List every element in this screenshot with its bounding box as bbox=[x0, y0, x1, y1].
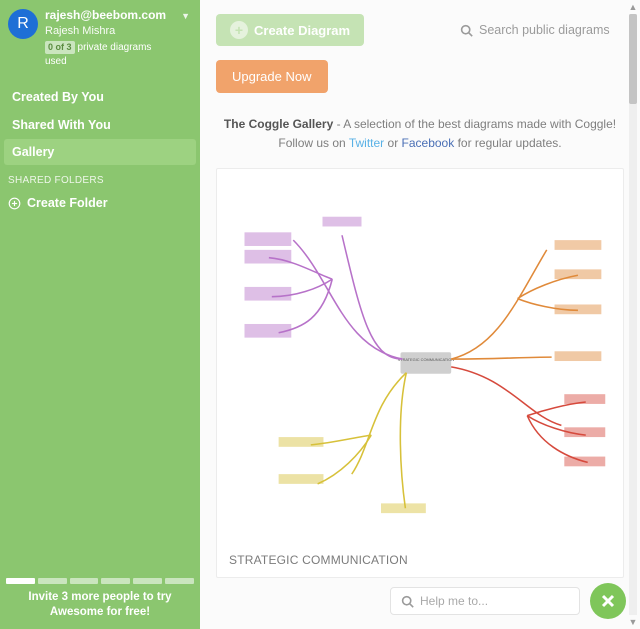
upgrade-button[interactable]: Upgrade Now bbox=[216, 60, 328, 93]
create-folder-button[interactable]: Create Folder bbox=[0, 192, 200, 214]
main: + Create Diagram Upgrade Now The Coggle … bbox=[200, 0, 640, 629]
create-diagram-label: Create Diagram bbox=[254, 23, 350, 38]
gallery-intro: The Coggle Gallery - A selection of the … bbox=[200, 115, 640, 168]
create-diagram-button[interactable]: + Create Diagram bbox=[216, 14, 364, 46]
search-icon bbox=[460, 24, 473, 37]
create-folder-label: Create Folder bbox=[27, 196, 108, 210]
nav-item-gallery[interactable]: Gallery bbox=[4, 139, 196, 165]
plus-circle-icon bbox=[8, 197, 21, 210]
help-fab[interactable] bbox=[590, 583, 626, 619]
gallery-card[interactable]: STRATEGIC COMMUNICATION bbox=[216, 168, 624, 578]
user-email: rajesh@beebom.com bbox=[45, 7, 174, 24]
nav-item-created-by-you[interactable]: Created By You bbox=[0, 83, 200, 111]
shared-folders-label: SHARED FOLDERS bbox=[0, 165, 200, 192]
help-search[interactable]: Help me to... bbox=[390, 587, 580, 615]
close-icon bbox=[600, 593, 616, 609]
facebook-link[interactable]: Facebook bbox=[402, 136, 455, 150]
user-block[interactable]: R rajesh@beebom.com Rajesh Mishra 0 of 3… bbox=[0, 0, 200, 79]
svg-text:STRATEGIC COMMUNICATION: STRATEGIC COMMUNICATION bbox=[398, 357, 455, 362]
chevron-down-icon[interactable]: ▼ bbox=[181, 11, 192, 21]
twitter-link[interactable]: Twitter bbox=[349, 136, 384, 150]
search-icon bbox=[401, 595, 414, 608]
search[interactable] bbox=[460, 23, 624, 37]
scroll-up-icon[interactable]: ▲ bbox=[628, 1, 638, 13]
plus-icon: + bbox=[230, 21, 248, 39]
invite-progress bbox=[0, 578, 200, 590]
diagram-thumbnail: STRATEGIC COMMUNICATION bbox=[225, 177, 615, 547]
topbar: + Create Diagram bbox=[200, 0, 640, 52]
user-quota: 0 of 3private diagrams used bbox=[45, 41, 174, 69]
diagram-title: STRATEGIC COMMUNICATION bbox=[225, 547, 615, 569]
scroll-down-icon[interactable]: ▼ bbox=[628, 616, 638, 628]
quota-badge: 0 of 3 bbox=[45, 41, 75, 54]
sidebar: R rajesh@beebom.com Rajesh Mishra 0 of 3… bbox=[0, 0, 200, 629]
nav: Created By You Shared With You Gallery bbox=[0, 83, 200, 165]
user-name: Rajesh Mishra bbox=[45, 24, 174, 39]
help-placeholder: Help me to... bbox=[420, 594, 488, 608]
avatar: R bbox=[8, 9, 38, 39]
scroll-thumb[interactable] bbox=[629, 14, 637, 104]
invite-cta[interactable]: Invite 3 more people to try Awesome for … bbox=[0, 590, 200, 629]
search-input[interactable] bbox=[479, 23, 624, 37]
nav-item-shared-with-you[interactable]: Shared With You bbox=[0, 111, 200, 139]
scrollbar[interactable]: ▲ ▼ bbox=[627, 0, 639, 629]
